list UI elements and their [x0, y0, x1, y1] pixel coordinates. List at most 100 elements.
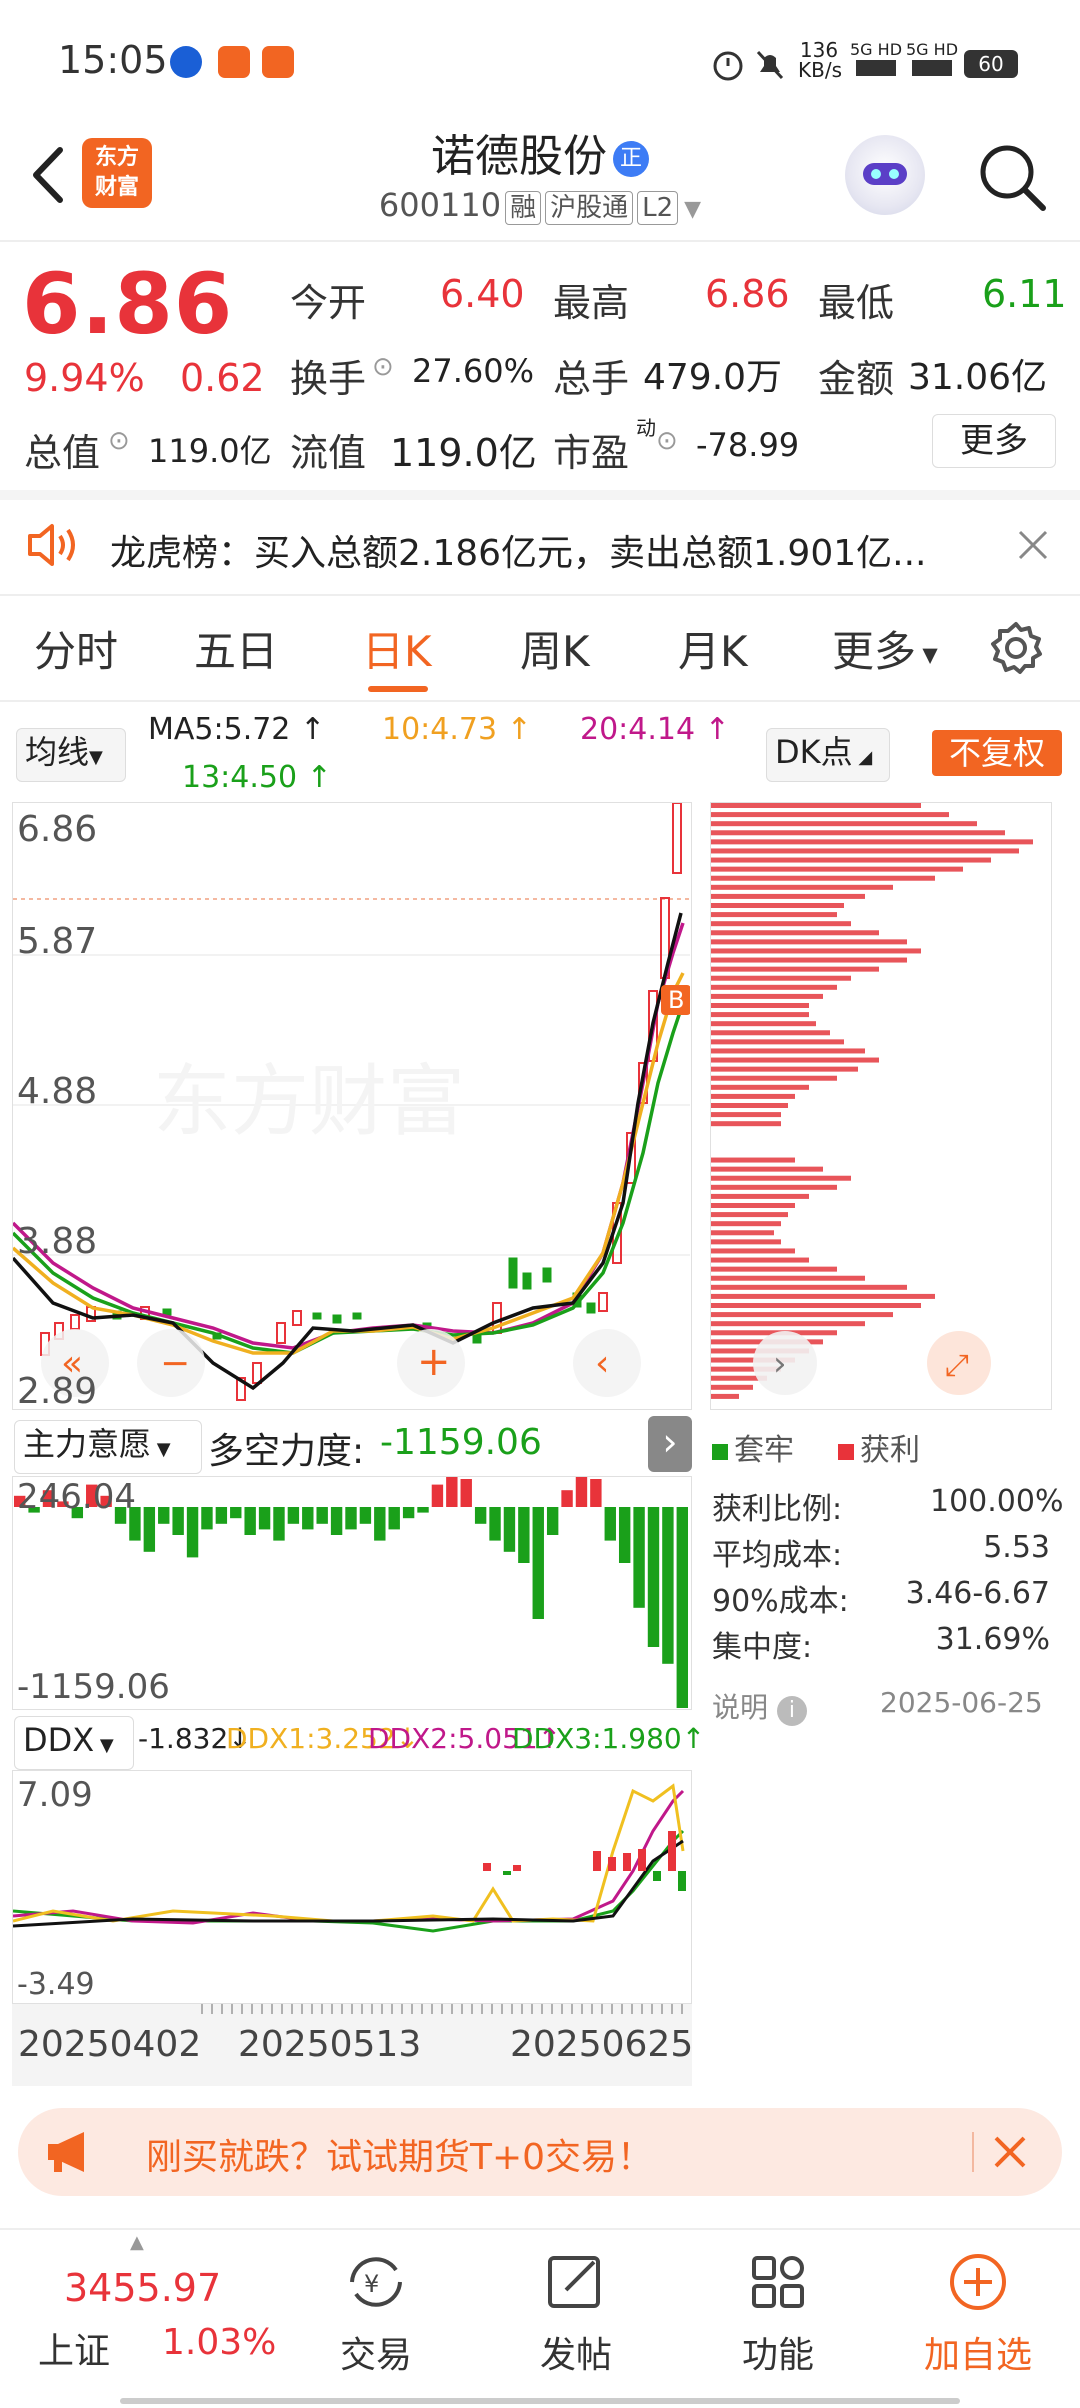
- index-value: 3455.97: [64, 2266, 222, 2310]
- more-button[interactable]: 更多: [932, 414, 1056, 468]
- ddx-bar: [653, 1871, 661, 1881]
- mf-bar: [662, 1507, 674, 1664]
- dk-point-select[interactable]: DK点 ◢: [766, 728, 890, 782]
- chip-bar: [711, 866, 963, 872]
- chip-bar: [711, 1121, 781, 1127]
- chip-bar: [711, 1048, 865, 1054]
- mf-bar: [431, 1484, 444, 1507]
- app-icon-2: [218, 46, 250, 78]
- mute-icon: [756, 50, 784, 80]
- divider: [0, 700, 1080, 702]
- info-icon[interactable]: ⊙: [372, 352, 394, 382]
- chip-bar: [711, 966, 879, 972]
- explain-link[interactable]: 说明 i: [712, 1686, 807, 1726]
- status-time: 15:05: [58, 38, 168, 82]
- chip-bar: [711, 821, 977, 827]
- x-label-1: 20250402: [18, 2024, 202, 2065]
- svg-text:⤢: ⤢: [945, 1348, 969, 1383]
- bull-bear-label: 多空力度:: [208, 1431, 365, 1472]
- tab-intraday[interactable]: 分时: [34, 618, 118, 679]
- promo-banner[interactable]: 刚买就跌？试试期货T+0交易！: [18, 2108, 1062, 2196]
- svg-text:+: +: [417, 1339, 451, 1385]
- mf-bar: [676, 1507, 688, 1709]
- float-value: 119.0亿: [390, 431, 537, 475]
- chip-bar: [711, 1093, 795, 1099]
- signal-bars-1: [856, 60, 896, 76]
- chip-bar: [711, 930, 879, 936]
- chip-bar: [711, 1257, 809, 1263]
- chip-distribution-chart[interactable]: › ⤢: [710, 802, 1052, 1410]
- indicator-select-ddx[interactable]: DDX ▼: [14, 1716, 134, 1770]
- mf-bar: [618, 1507, 631, 1563]
- legend-profit: 获利: [838, 1425, 920, 1469]
- pe-value: -78.99: [696, 426, 800, 464]
- chip-bar: [711, 803, 921, 808]
- tab-daily-k[interactable]: 日K: [362, 618, 432, 679]
- mf-bar: [460, 1479, 472, 1507]
- ddx-bar: [503, 1871, 511, 1875]
- chip-bar: [711, 1393, 739, 1399]
- chip-bar: [711, 1066, 858, 1072]
- chip-bar: [711, 1221, 781, 1227]
- chip-bar: [711, 1239, 781, 1245]
- dropdown-icon[interactable]: ▼: [684, 197, 701, 222]
- avg-cost-value: 5.53: [983, 1530, 1050, 1565]
- chip-bar: [711, 830, 1005, 836]
- ma13-value: 13:4.50 ↑: [182, 760, 332, 795]
- cost90-value: 3.46-6.67: [905, 1576, 1050, 1611]
- chip-bar: [711, 1084, 809, 1090]
- kline-chart[interactable]: 东方财富 B « − + ‹ 6.86 5.87 4.88 3.88 2.89: [11, 802, 692, 1412]
- tab-five-day[interactable]: 五日: [194, 618, 278, 679]
- info-icon[interactable]: ⊙: [656, 426, 678, 456]
- info-icon[interactable]: ⊙: [108, 426, 130, 456]
- close-icon[interactable]: [990, 2132, 1030, 2172]
- chip-bar: [711, 1166, 823, 1172]
- tab-more[interactable]: 更多 ▼: [832, 618, 938, 679]
- signal-1: 5G HD: [850, 40, 903, 59]
- nav-trade[interactable]: ¥ 交易: [306, 2230, 446, 2380]
- mf-bar: [316, 1507, 328, 1524]
- chip-bar: [711, 948, 921, 954]
- index-ticker[interactable]: ▲ 3455.97 上证 1.03%: [0, 2230, 306, 2380]
- tab-weekly-k[interactable]: 周K: [520, 618, 590, 679]
- chip-bar: [711, 1157, 795, 1163]
- svg-text:‹: ‹: [595, 1343, 609, 1384]
- low-label: 最低: [818, 281, 895, 325]
- chip-bar: [711, 912, 837, 918]
- banner-text: 刚买就跌？试试期货T+0交易！: [146, 2137, 654, 2178]
- cost90-label: 90%成本:: [712, 1584, 849, 1619]
- mf-bar: [143, 1507, 156, 1552]
- tab-monthly-k[interactable]: 月K: [678, 618, 748, 679]
- mf-bar: [201, 1507, 213, 1530]
- ma-select[interactable]: 均线▼: [16, 728, 126, 782]
- chip-bar: [711, 848, 1019, 854]
- settings-gear-icon[interactable]: [988, 620, 1044, 676]
- nav-post[interactable]: 发帖: [506, 2230, 646, 2380]
- mf-bar: [604, 1507, 616, 1541]
- mf-bar: [446, 1473, 458, 1507]
- chip-bar: [711, 1012, 809, 1018]
- mf-bar: [561, 1490, 573, 1507]
- chip-bar: [711, 1039, 844, 1045]
- y-label-4: 3.88: [17, 1221, 98, 1262]
- close-icon[interactable]: [1016, 528, 1050, 562]
- adjust-type-button[interactable]: 不复权: [932, 730, 1062, 776]
- search-icon[interactable]: [975, 140, 1050, 215]
- divider: [972, 2132, 974, 2172]
- assistant-robot-icon[interactable]: [845, 135, 925, 215]
- expand-chevron-icon[interactable]: ›: [648, 1416, 692, 1472]
- x-axis: 20250402 20250513 20250625: [12, 2004, 693, 2086]
- indicator-select-main-force[interactable]: 主力意愿 ▼: [14, 1420, 202, 1474]
- ddx-bar: [678, 1871, 686, 1891]
- nav-add-watchlist[interactable]: 加自选: [908, 2230, 1048, 2380]
- nav-functions[interactable]: 功能: [708, 2230, 848, 2380]
- amount-label: 金额: [818, 357, 895, 401]
- chip-bar: [711, 839, 1033, 845]
- amount-value: 31.06亿: [908, 357, 1048, 398]
- change-amt: 0.62: [180, 356, 265, 400]
- buy-marker[interactable]: B: [661, 985, 691, 1015]
- ddx-svg: [12, 1783, 686, 1933]
- tag-level2: L2: [637, 191, 679, 225]
- ma20-value: 20:4.14 ↑: [580, 712, 730, 747]
- notice-bar[interactable]: 龙虎榜：买入总额2.186亿元，卖出总额1.901亿...: [0, 500, 1080, 590]
